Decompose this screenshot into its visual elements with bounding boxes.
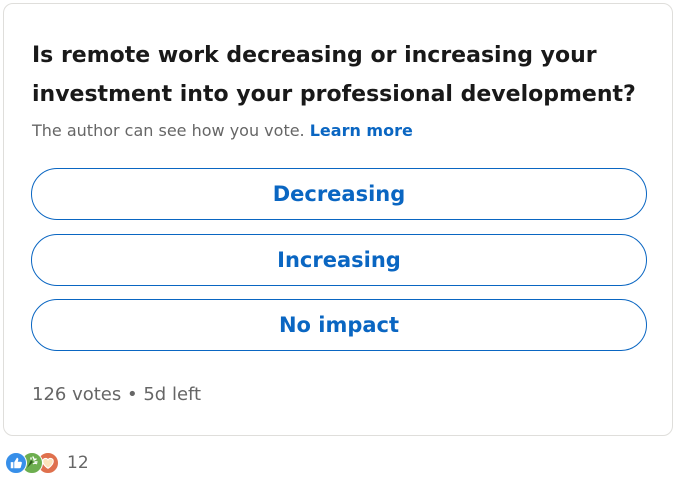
- vote-visibility-text: The author can see how you vote.: [32, 121, 305, 140]
- like-icon: [5, 452, 27, 474]
- poll-card: Is remote work decreasing or increasing …: [3, 3, 673, 436]
- reaction-count[interactable]: 12: [67, 453, 89, 473]
- poll-option-no-impact[interactable]: No impact: [31, 299, 647, 351]
- poll-meta: 126 votes • 5d left: [32, 384, 201, 405]
- meta-separator: •: [127, 384, 138, 405]
- vote-visibility-note: The author can see how you vote. Learn m…: [32, 120, 413, 142]
- poll-option-decreasing[interactable]: Decreasing: [31, 168, 647, 220]
- learn-more-link[interactable]: Learn more: [310, 121, 413, 140]
- poll-question: Is remote work decreasing or increasing …: [32, 43, 636, 107]
- reactions-summary[interactable]: 12: [5, 450, 89, 476]
- time-left: 5d left: [143, 384, 202, 405]
- poll-option-increasing[interactable]: Increasing: [31, 234, 647, 286]
- vote-count: 126 votes: [32, 384, 122, 405]
